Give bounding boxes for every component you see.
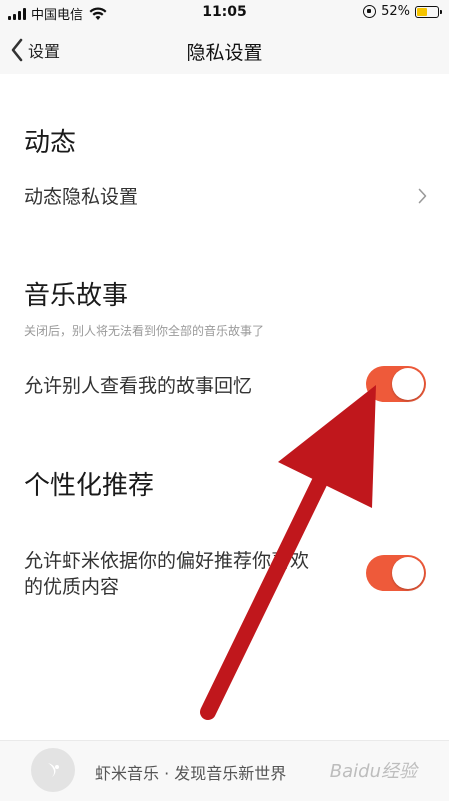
section-title-music-story: 音乐故事 <box>24 281 129 311</box>
xiami-logo-icon <box>31 748 75 792</box>
nav-bar: 设置 隐私设置 <box>0 26 449 74</box>
toggle-knob <box>392 557 424 589</box>
rotation-lock-icon <box>363 5 377 18</box>
page-title: 隐私设置 <box>186 42 263 64</box>
dynamic-privacy-row[interactable]: 动态隐私设置 <box>0 172 449 220</box>
music-story-hint: 关闭后，别人将无法看到你全部的音乐故事了 <box>24 324 265 338</box>
promo-text: 虾米音乐 · 发现音乐新世界 <box>95 764 287 783</box>
toggle-knob <box>392 368 424 400</box>
personalized-label-line2: 的优质内容 <box>24 576 120 598</box>
story-memory-label: 允许别人查看我的故事回忆 <box>24 375 253 397</box>
section-title-personalized: 个性化推荐 <box>24 471 155 501</box>
section-title-dynamic: 动态 <box>24 128 77 158</box>
dynamic-privacy-label: 动态隐私设置 <box>24 186 139 208</box>
story-memory-toggle[interactable] <box>366 366 426 402</box>
personalized-label-line1: 允许虾米依据你的偏好推荐你喜欢 <box>24 550 310 572</box>
chevron-right-icon <box>418 188 427 204</box>
personalized-toggle[interactable] <box>366 555 426 591</box>
battery-percent: 52% <box>381 4 410 19</box>
watermark: Baidu经验 <box>329 761 417 782</box>
status-bar: 中国电信 11:05 52% <box>0 0 449 26</box>
promo-bar[interactable]: 虾米音乐 · 发现音乐新世界 Baidu经验 <box>0 740 449 801</box>
personalized-label: 允许虾米依据你的偏好推荐你喜欢 的优质内容 <box>24 548 309 600</box>
battery-fill <box>417 7 428 16</box>
battery-icon <box>415 5 442 18</box>
status-right: 52% <box>363 4 442 19</box>
